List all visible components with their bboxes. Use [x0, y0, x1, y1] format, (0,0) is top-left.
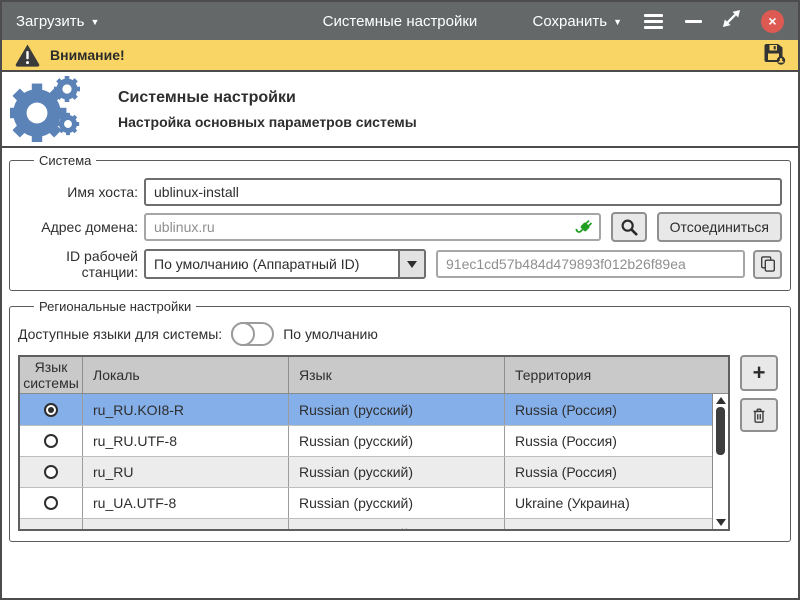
scroll-down-icon[interactable] [716, 519, 726, 526]
cell-locale: ru_UA.UTF-8 [82, 488, 288, 518]
close-icon: × [768, 14, 776, 28]
combo-dropdown-button[interactable] [398, 251, 424, 277]
warning-icon [14, 43, 41, 67]
gears-app-icon [10, 76, 92, 142]
column-header-system-language: Язык системы [20, 357, 82, 393]
cell-language: Russian (русский) [288, 488, 504, 518]
scrollbar-thumb[interactable] [716, 407, 725, 455]
system-group-legend: Система [34, 153, 96, 168]
table-row[interactable]: ru_RU.KOI8-R Russian (русский) Russia (Р… [20, 394, 728, 425]
table-scrollbar[interactable] [712, 394, 728, 529]
languages-toggle-label: Доступные языки для системы: [18, 326, 222, 342]
search-domain-button[interactable] [611, 212, 647, 242]
column-header-locale: Локаль [82, 357, 288, 393]
menu-icon[interactable] [642, 12, 665, 31]
cell-territory: Russia (Россия) [504, 426, 728, 456]
languages-toggle-caption: По умолчанию [283, 326, 378, 342]
regional-group: Региональные настройки Доступные языки д… [9, 299, 791, 542]
workstation-id-label: ID рабочей станции: [18, 248, 144, 280]
cell-locale: ru_RU.KOI8-R [82, 394, 288, 425]
system-language-radio[interactable] [44, 434, 58, 448]
column-header-language: Язык [288, 357, 504, 393]
cell-language: Russian (русский) [288, 394, 504, 425]
cell-territory: Russia (Россия) [504, 394, 728, 425]
domain-row: Адрес домена: [18, 212, 782, 242]
titlebar: Загрузить ▼ Системные настройки Сохранит… [2, 2, 798, 40]
table-row[interactable]: ru_RU Russian (русский) Russia (Россия) [20, 456, 728, 487]
load-menu-label: Загрузить [16, 13, 85, 30]
cell-locale: ru_UA [82, 519, 288, 531]
disconnect-button[interactable]: Отсоединиться [657, 212, 782, 242]
add-locale-button[interactable]: + [740, 355, 778, 391]
page-header-text: Системные настройки Настройка основных п… [118, 89, 417, 130]
warning-text: Внимание! [50, 47, 125, 63]
cell-territory: Ukraine (Украина) [504, 519, 728, 531]
workstation-id-select[interactable]: По умолчанию (Аппаратный ID) [144, 249, 426, 279]
window-title: Системные настройки [323, 13, 478, 30]
hostname-label: Имя хоста: [18, 184, 144, 200]
system-language-radio[interactable] [44, 403, 58, 417]
workstation-id-selected-option: По умолчанию (Аппаратный ID) [146, 251, 398, 277]
trash-icon [750, 406, 768, 424]
chevron-down-icon: ▼ [91, 18, 100, 27]
table-row[interactable]: ru_UA.UTF-8 Russian (русский) Ukraine (У… [20, 487, 728, 518]
minimize-icon [685, 20, 702, 23]
save-menu-label: Сохранить [533, 13, 608, 30]
table-row[interactable]: ru_UA Russian (русский) Ukraine (Украина… [20, 518, 728, 531]
domain-label: Адрес домена: [18, 219, 144, 235]
languages-toggle-switch[interactable] [231, 322, 274, 346]
languages-toggle-row: Доступные языки для системы: По умолчани… [18, 322, 782, 346]
workstation-id-value-field[interactable] [436, 250, 745, 278]
save-file-icon [761, 41, 786, 65]
disconnect-button-label: Отсоединиться [670, 219, 769, 235]
page-subtitle: Настройка основных параметров системы [118, 114, 417, 130]
maximize-icon [722, 9, 741, 28]
locales-table: Язык системы Локаль Язык Территория ru_R… [18, 355, 730, 531]
cell-language: Russian (русский) [288, 519, 504, 531]
copy-icon [759, 255, 777, 273]
maximize-button[interactable] [722, 9, 741, 33]
save-menu-button[interactable]: Сохранить ▼ [533, 13, 622, 30]
minimize-button[interactable] [685, 20, 702, 23]
system-group: Система Имя хоста: Адрес домена: [9, 153, 791, 291]
hostname-row: Имя хоста: [18, 178, 782, 206]
table-row[interactable]: ru_RU.UTF-8 Russian (русский) Russia (Ро… [20, 425, 728, 456]
chevron-down-icon [407, 261, 417, 268]
cell-territory: Russia (Россия) [504, 457, 728, 487]
scroll-up-icon[interactable] [716, 397, 726, 404]
cell-language: Russian (русский) [288, 426, 504, 456]
plug-connected-icon [574, 218, 594, 243]
workstation-id-row: ID рабочей станции: По умолчанию (Аппара… [18, 248, 782, 280]
locales-table-area: Язык системы Локаль Язык Территория ru_R… [18, 355, 782, 531]
load-menu-button[interactable]: Загрузить ▼ [16, 13, 99, 30]
cell-locale: ru_RU [82, 457, 288, 487]
regional-group-legend: Региональные настройки [34, 299, 196, 314]
system-language-radio[interactable] [44, 465, 58, 479]
table-side-buttons: + [740, 355, 778, 531]
titlebar-controls: Сохранить ▼ × [533, 9, 784, 33]
cell-locale: ru_RU.UTF-8 [82, 426, 288, 456]
domain-input[interactable] [144, 213, 601, 241]
copy-id-button[interactable] [753, 250, 782, 279]
cell-territory: Ukraine (Украина) [504, 488, 728, 518]
chevron-down-icon: ▼ [613, 18, 622, 27]
system-settings-window: Загрузить ▼ Системные настройки Сохранит… [0, 0, 800, 600]
hostname-input[interactable] [144, 178, 782, 206]
column-header-territory: Территория [504, 357, 728, 393]
save-to-file-button[interactable] [761, 41, 786, 70]
search-icon [620, 218, 638, 236]
system-language-radio[interactable] [44, 496, 58, 510]
page-title: Системные настройки [118, 89, 417, 107]
content-area: Система Имя хоста: Адрес домена: [2, 148, 798, 598]
toggle-knob [231, 322, 255, 346]
add-icon: + [753, 362, 766, 384]
page-header: Системные настройки Настройка основных п… [2, 72, 798, 148]
close-button[interactable]: × [761, 10, 784, 33]
warning-bar: Внимание! [2, 40, 798, 72]
delete-locale-button[interactable] [740, 398, 778, 432]
table-header: Язык системы Локаль Язык Территория [20, 357, 728, 394]
cell-language: Russian (русский) [288, 457, 504, 487]
